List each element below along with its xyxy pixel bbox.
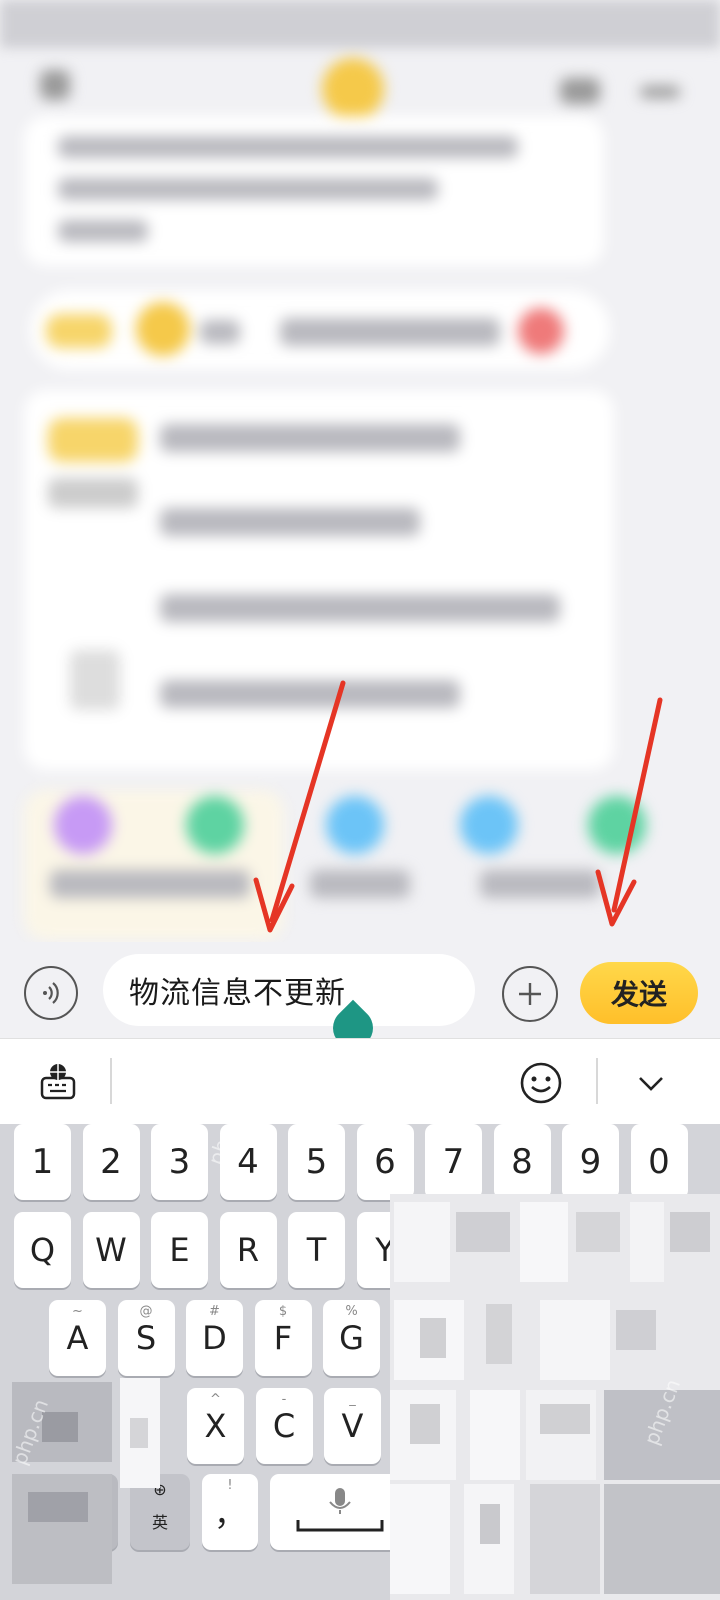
annotation-arrows: [253, 680, 663, 933]
